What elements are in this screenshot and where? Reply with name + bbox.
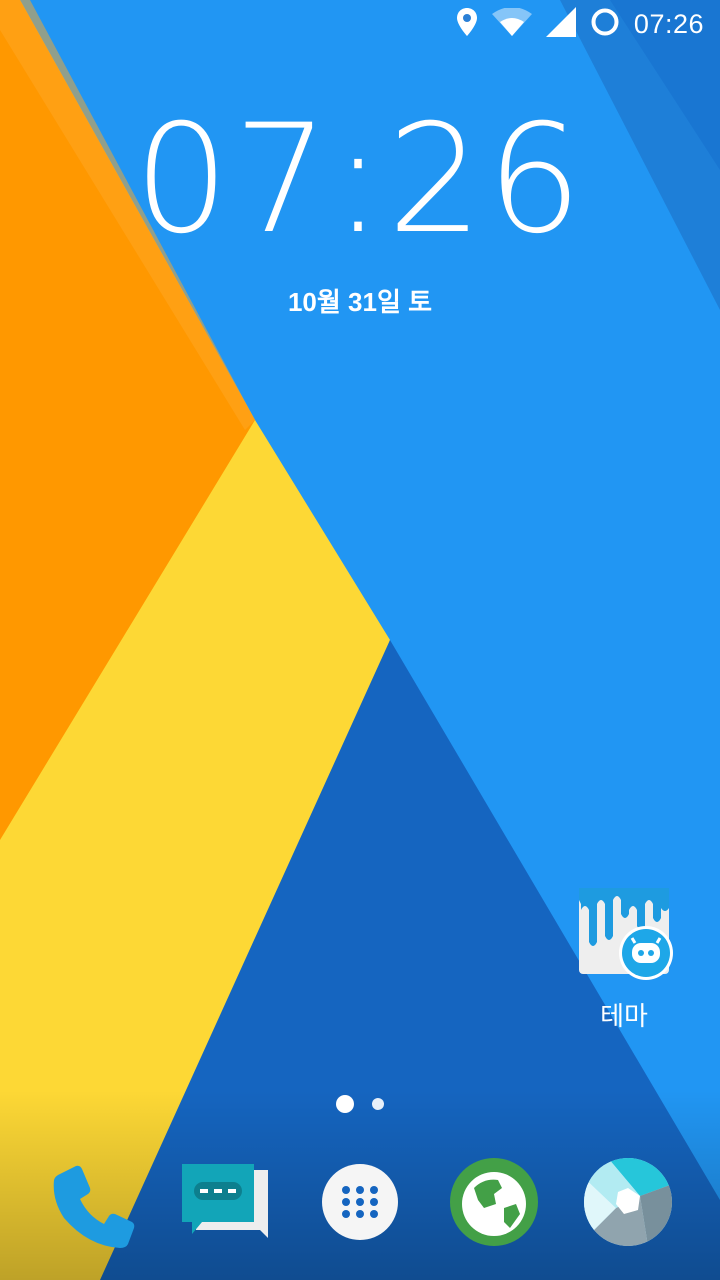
messaging-icon	[182, 1164, 268, 1238]
page-indicator	[0, 1094, 720, 1114]
camera-app[interactable]	[578, 1152, 678, 1252]
app-drawer-icon	[322, 1164, 398, 1240]
battery-ring-icon	[590, 7, 620, 42]
themes-app-label[interactable]: 테마	[572, 996, 676, 1033]
page-dot-1[interactable]	[336, 1095, 354, 1113]
dock	[0, 1140, 720, 1280]
phone-app[interactable]	[42, 1152, 142, 1252]
status-bar: 07:26	[0, 0, 720, 48]
location-icon	[456, 7, 478, 42]
app-drawer-button[interactable]	[310, 1152, 410, 1252]
phone-icon	[53, 1165, 135, 1248]
browser-icon	[450, 1158, 538, 1246]
camera-icon	[584, 1158, 672, 1246]
themes-icon	[579, 888, 673, 980]
clock-widget[interactable]: 07:26	[0, 100, 720, 260]
wifi-icon	[491, 6, 532, 41]
themes-app[interactable]	[577, 886, 677, 982]
page-dot-2[interactable]	[372, 1098, 384, 1110]
status-time: 07:26	[633, 8, 704, 39]
date-label: 10월 31일 토	[287, 287, 433, 317]
browser-app[interactable]	[444, 1152, 544, 1252]
clock-time: 07:26	[133, 93, 587, 267]
messaging-app[interactable]	[176, 1152, 276, 1252]
cell-signal-icon	[545, 6, 576, 42]
